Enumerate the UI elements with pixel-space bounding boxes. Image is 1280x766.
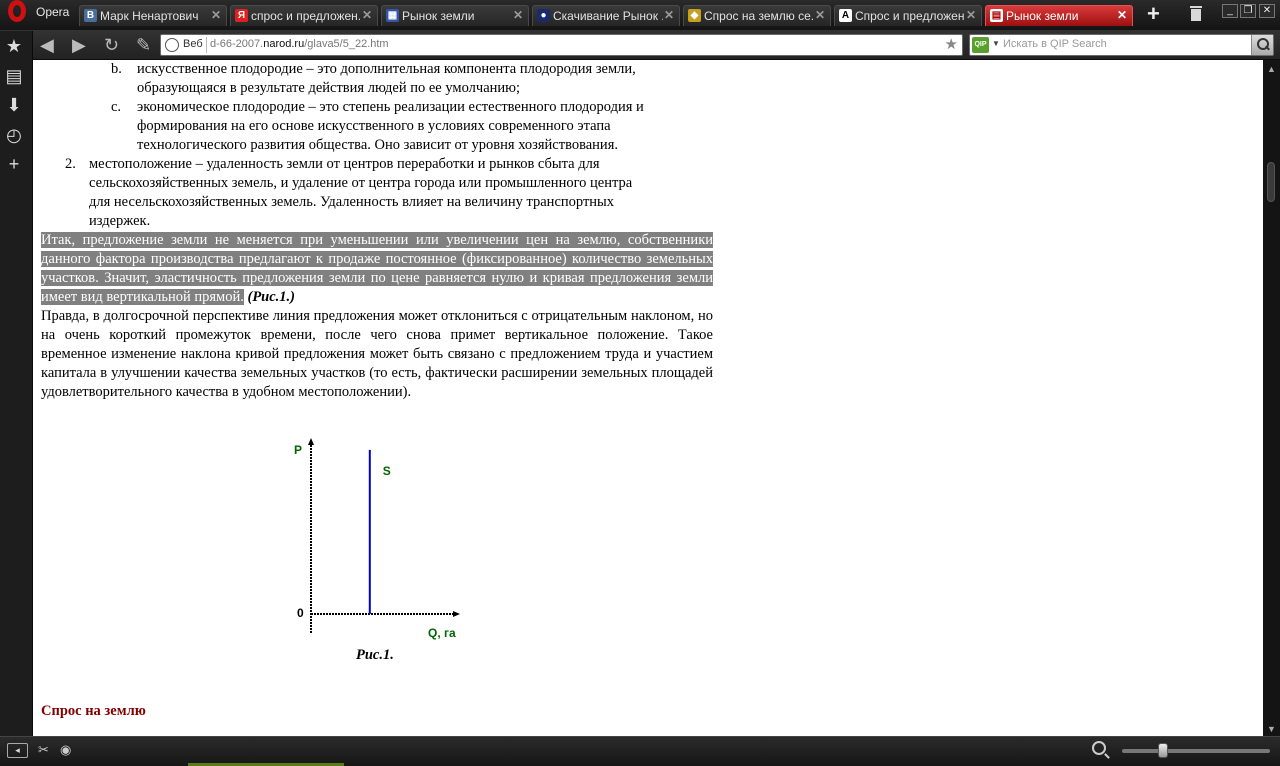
- origin-label: 0: [297, 606, 304, 620]
- bookmarks-star-icon[interactable]: ★: [4, 36, 24, 56]
- y-axis-label: P: [294, 443, 302, 457]
- tab-label: Марк Ненартович: [100, 9, 199, 23]
- tab-label: Скачивание Рынок ...: [553, 9, 663, 23]
- close-icon[interactable]: ✕: [815, 8, 825, 22]
- tab-4[interactable]: ● Скачивание Рынок ... ✕: [532, 5, 680, 26]
- minimize-button[interactable]: _: [1222, 4, 1238, 18]
- trash-icon[interactable]: [1190, 6, 1202, 21]
- close-window-button[interactable]: ✕: [1259, 4, 1275, 18]
- figure-caption: Рис.1.: [356, 647, 394, 663]
- zoom-slider-knob[interactable]: [1158, 743, 1169, 758]
- address-separator: [206, 37, 207, 53]
- close-icon[interactable]: ✕: [1117, 8, 1127, 22]
- highlighted-paragraph: Итак, предложение земли не меняется при …: [41, 231, 713, 307]
- downloads-icon[interactable]: ⬇: [4, 95, 24, 115]
- search-box[interactable]: QIP ▼ Искать в QIP Search: [969, 34, 1274, 56]
- tab-1[interactable]: В Марк Ненартович ✕: [79, 5, 227, 26]
- scroll-down-icon[interactable]: ▼: [1267, 724, 1276, 734]
- opera-label: Opera: [36, 5, 70, 19]
- tools-icon[interactable]: ✂: [38, 742, 49, 758]
- tag-icon: ◆: [688, 9, 701, 22]
- notes-icon[interactable]: ▤: [4, 66, 24, 86]
- y-axis-arrow: [308, 438, 314, 445]
- web-page-content: b. искусственное плодородие – это дополн…: [33, 60, 1263, 736]
- search-button[interactable]: [1251, 35, 1273, 55]
- close-icon[interactable]: ✕: [513, 8, 523, 22]
- vertical-scrollbar[interactable]: ▲ ▼: [1263, 60, 1280, 736]
- document-icon: ▤: [990, 9, 1003, 22]
- tab-7-active[interactable]: ▤ Рынок земли ✕: [985, 5, 1133, 26]
- close-icon[interactable]: ✕: [664, 8, 674, 22]
- download-icon: ●: [537, 9, 550, 22]
- address-url[interactable]: d-66-2007.narod.ru/glava5/5_22.htm: [210, 38, 389, 50]
- vk-icon: В: [84, 9, 97, 22]
- scroll-thumb[interactable]: [1267, 162, 1275, 202]
- tab-3[interactable]: ▦ Рынок земли ✕: [381, 5, 529, 26]
- new-tab-button[interactable]: +: [1147, 3, 1160, 25]
- zoom-slider[interactable]: [1122, 743, 1270, 758]
- supply-chart: P S 0 Q, га: [294, 438, 460, 640]
- x-axis-label: Q, га: [428, 626, 456, 640]
- chevron-down-icon[interactable]: ▼: [992, 39, 1000, 48]
- close-icon[interactable]: ✕: [211, 8, 221, 22]
- search-engine-icon[interactable]: QIP: [972, 37, 989, 53]
- a-icon: A: [839, 9, 852, 22]
- back-icon[interactable]: ◀: [40, 35, 54, 55]
- sidebar-panel: ★ ▤ ⬇ ◴ +: [0, 31, 33, 736]
- add-panel-icon[interactable]: +: [4, 154, 24, 174]
- search-input[interactable]: Искать в QIP Search: [1003, 38, 1107, 50]
- restore-button[interactable]: ❐: [1240, 4, 1256, 18]
- turbo-icon[interactable]: ◉: [60, 742, 71, 758]
- section-heading: Спрос на землю: [41, 703, 146, 719]
- globe-icon: [165, 38, 179, 52]
- tab-2[interactable]: Я спрос и предложен... ✕: [230, 5, 378, 26]
- figure-reference: (Рис.1.): [247, 289, 295, 305]
- tab-label: спрос и предложен...: [251, 9, 361, 23]
- reload-icon[interactable]: ↻: [104, 35, 119, 55]
- tab-label: Рынок земли: [402, 9, 475, 23]
- edit-icon[interactable]: ✎: [136, 35, 151, 55]
- close-icon[interactable]: ✕: [362, 8, 372, 22]
- tab-6[interactable]: A Спрос и предложен... ✕: [834, 5, 982, 26]
- tab-label: Спрос на землю се...: [704, 9, 814, 23]
- paragraph: Правда, в долгосрочной перспективе линия…: [41, 308, 713, 400]
- panel-toggle-button[interactable]: ◂: [7, 743, 28, 758]
- status-bar: ◂ ✂ ◉: [0, 736, 1280, 766]
- browser-window: Opera В Марк Ненартович ✕ Я спрос и пред…: [0, 0, 1280, 766]
- selected-text: Итак, предложение земли не меняется при …: [41, 232, 713, 305]
- page-icon: ▦: [386, 9, 399, 22]
- bookmark-star-icon[interactable]: ★: [945, 35, 958, 53]
- close-icon[interactable]: ✕: [966, 8, 976, 22]
- zoom-magnifier-icon[interactable]: [1092, 741, 1106, 755]
- series-label-s: S: [383, 464, 391, 478]
- forward-icon[interactable]: ▶: [72, 35, 86, 55]
- history-clock-icon[interactable]: ◴: [4, 125, 24, 145]
- address-prefix: Веб: [183, 38, 203, 50]
- tab-bar: Opera В Марк Ненартович ✕ Я спрос и пред…: [0, 0, 1280, 30]
- x-axis-arrow: [453, 611, 460, 617]
- opera-logo-icon: [8, 0, 26, 22]
- yandex-icon: Я: [235, 9, 248, 22]
- scroll-up-icon[interactable]: ▲: [1267, 64, 1276, 74]
- tab-5[interactable]: ◆ Спрос на землю се... ✕: [683, 5, 831, 26]
- opera-menu-button[interactable]: [6, 0, 32, 24]
- address-bar[interactable]: Веб d-66-2007.narod.ru/glava5/5_22.htm ★: [160, 34, 963, 56]
- tab-label: Спрос и предложен...: [855, 9, 965, 23]
- tab-label: Рынок земли: [1006, 9, 1079, 23]
